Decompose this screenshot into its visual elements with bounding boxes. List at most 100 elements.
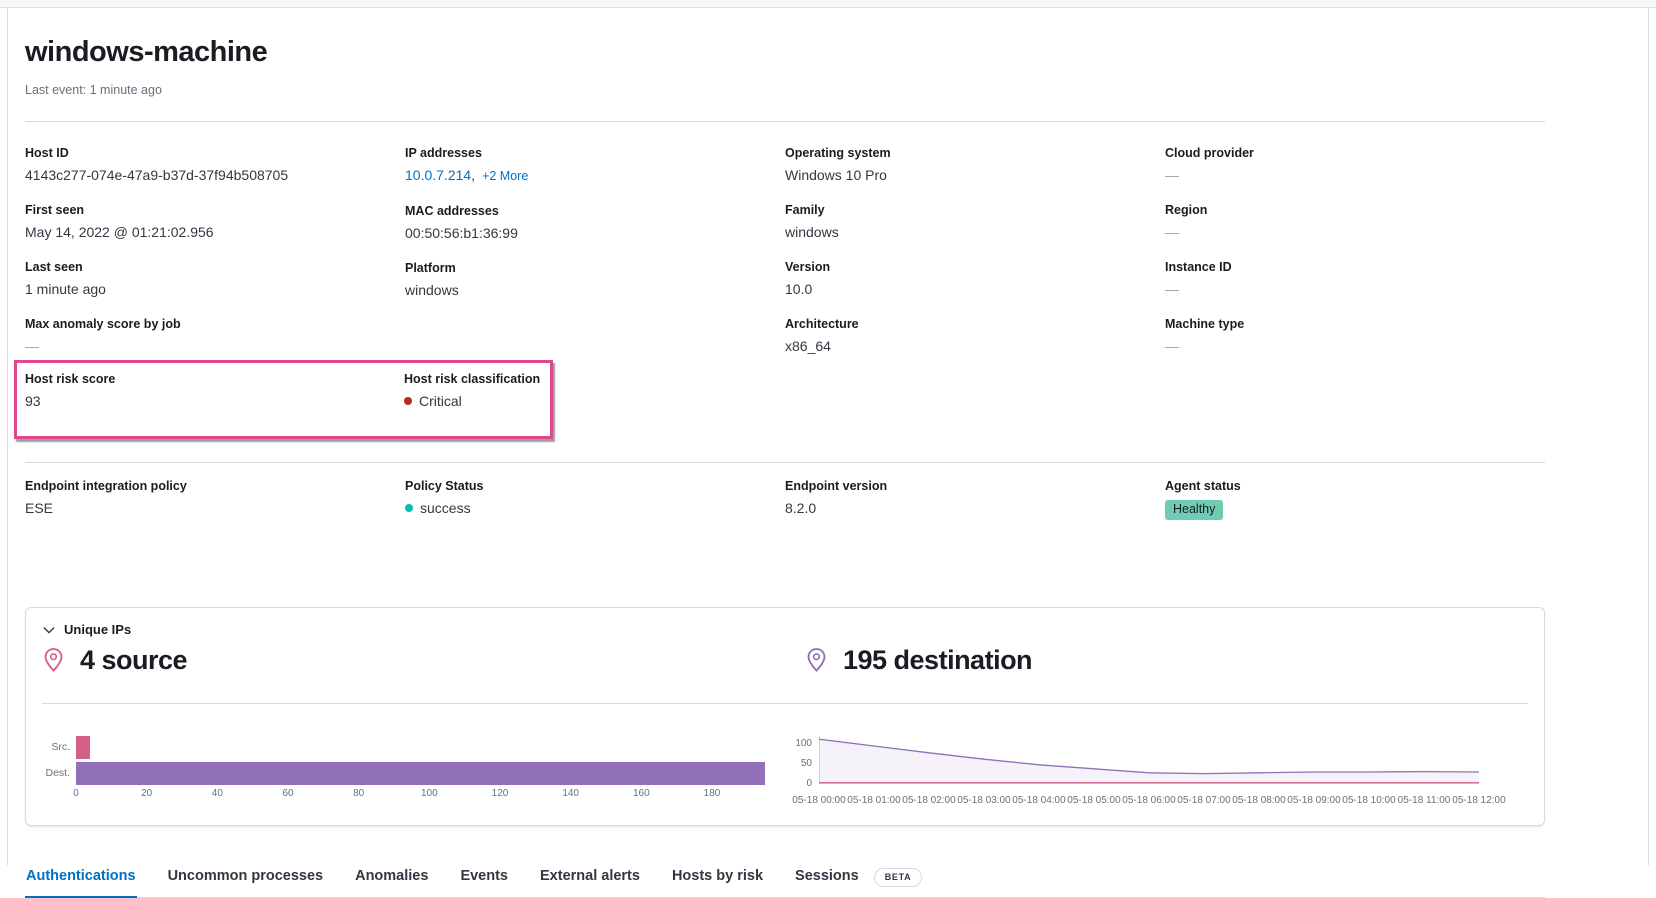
last-event-text: Last event: 1 minute ago [25,82,1545,98]
field-region: Region — [1165,202,1545,242]
tab-events[interactable]: Events [459,858,509,897]
y-tick-label: 0 [806,778,812,789]
risk-classification-text: Critical [419,393,462,409]
time-tick-label: 05-18 11:00 [1398,795,1451,806]
destination-count-text: 195 destination [843,643,1032,677]
details-column-4: Cloud provider — Region — Instance ID — … [1165,145,1545,356]
field-value: — [1165,166,1545,185]
field-agent-status: Agent status Healthy [1165,478,1545,535]
source-count-text: 4 source [80,643,187,677]
y-tick-label: 100 [795,738,812,749]
bar-category-label: Dest. [42,762,76,785]
page-title: windows-machine [25,35,1545,69]
x-tick-label: 140 [562,788,579,799]
x-tick-label: 80 [353,788,364,799]
x-tick-label: 120 [492,788,509,799]
field-label: Endpoint integration policy [25,478,405,494]
x-tick-label: 180 [704,788,721,799]
field-label: Policy Status [405,478,785,494]
unique-ips-panel: Unique IPs 4 source 195 destination [25,607,1545,826]
field-value: success [405,499,785,518]
field-label: Cloud provider [1165,145,1545,161]
field-value: 4143c277-074e-47a9-b37d-37f94b508705 [25,166,405,185]
y-tick-label: 50 [801,758,812,769]
field-label: Architecture [785,316,1165,332]
field-value: — [1165,337,1545,356]
field-ip-addresses: IP addresses 10.0.7.214,+2 More [405,145,785,186]
details-column-3: Operating system Windows 10 Pro Family w… [785,145,1165,356]
bar-row-src: Src. [42,736,785,759]
tab-authentications[interactable]: Authentications [25,858,137,897]
field-value: Critical [404,392,550,411]
time-tick-label: 05-18 08:00 [1232,795,1285,806]
x-tick-label: 160 [633,788,650,799]
field-family: Family windows [785,202,1165,242]
line-chart-x-axis: 05-18 00:0005-18 01:0005-18 02:0005-18 0… [819,795,1528,809]
endpoint-details-grid: Endpoint integration policy ESE Policy S… [25,478,1545,535]
tab-anomalies[interactable]: Anomalies [354,858,429,897]
field-label: Last seen [25,259,405,275]
host-details-grid: Host ID 4143c277-074e-47a9-b37d-37f94b50… [25,145,1545,356]
field-label: Operating system [785,145,1165,161]
field-label: First seen [25,202,405,218]
time-tick-label: 05-18 07:00 [1177,795,1230,806]
field-label: MAC addresses [405,203,785,219]
field-version: Version 10.0 [785,259,1165,299]
field-max-anomaly-score: Max anomaly score by job — [25,316,405,356]
line-chart-plot [819,736,1479,784]
field-label: Platform [405,260,785,276]
field-architecture: Architecture x86_64 [785,316,1165,356]
healthy-status-badge: Healthy [1165,500,1223,520]
risk-highlight-box: Host risk score 93 Host risk classificat… [14,360,553,439]
field-label: Instance ID [1165,259,1545,275]
field-label: Host risk classification [404,371,550,387]
line-chart-y-axis: 050100 [785,736,819,784]
destination-ips-stat: 195 destination [785,643,1528,677]
bar-src [76,736,90,759]
bar-category-label: Src. [42,736,76,759]
time-tick-label: 05-18 00:00 [792,795,845,806]
tab-external-alerts[interactable]: External alerts [539,858,641,897]
x-tick-label: 0 [73,788,79,799]
tab-uncommon-processes[interactable]: Uncommon processes [167,858,325,897]
section-divider [25,462,1545,463]
field-value: Healthy [1165,499,1545,520]
time-tick-label: 05-18 01:00 [847,795,900,806]
page-frame: windows-machine Last event: 1 minute ago… [7,8,1649,865]
field-host-risk-classification: Host risk classification Critical [404,371,550,428]
time-tick-label: 05-18 06:00 [1122,795,1175,806]
panel-divider [42,703,1528,704]
chevron-down-icon[interactable] [42,623,56,637]
x-tick-label: 100 [421,788,438,799]
time-tick-label: 05-18 10:00 [1342,795,1395,806]
success-status-dot [405,504,413,512]
field-label: Version [785,259,1165,275]
unique-ips-line-chart: 0 50 100 05-18 00:0005-18 01:0005-18 02:00… [785,736,1528,809]
field-policy-status: Policy Status success [405,478,785,518]
field-label: Endpoint version [785,478,1165,494]
host-header: windows-machine Last event: 1 minute ago [25,8,1545,98]
field-value: windows [785,223,1165,242]
map-pin-icon [42,647,65,673]
ip-address-link[interactable]: 10.0.7.214 [405,167,471,183]
tab-sessions[interactable]: Sessions [794,858,860,897]
ip-comma: , [471,167,475,183]
tab-hosts-by-risk[interactable]: Hosts by risk [671,858,764,897]
field-value: 8.2.0 [785,499,1165,518]
details-column-1: Host ID 4143c277-074e-47a9-b37d-37f94b50… [25,145,405,356]
field-value: — [1165,223,1545,242]
source-destination-bar-chart: Src.Dest. 020406080100120140160180 [42,736,785,809]
field-label: Host ID [25,145,405,161]
bar-chart-x-axis: 020406080100120140160180 [76,788,765,802]
field-endpoint-policy: Endpoint integration policy ESE [25,478,405,518]
unique-ips-section-label: Unique IPs [64,622,131,637]
host-detail-tabs: Authentications Uncommon processes Anomali… [25,858,1545,898]
field-value: 10.0 [785,280,1165,299]
browser-top-edge [0,0,1656,8]
time-tick-label: 05-18 02:00 [902,795,955,806]
header-divider [25,121,1545,122]
field-label: Agent status [1165,478,1545,494]
field-value: 00:50:56:b1:36:99 [405,224,785,243]
field-endpoint-version: Endpoint version 8.2.0 [785,478,1165,518]
ip-more-link[interactable]: +2 More [482,169,528,183]
